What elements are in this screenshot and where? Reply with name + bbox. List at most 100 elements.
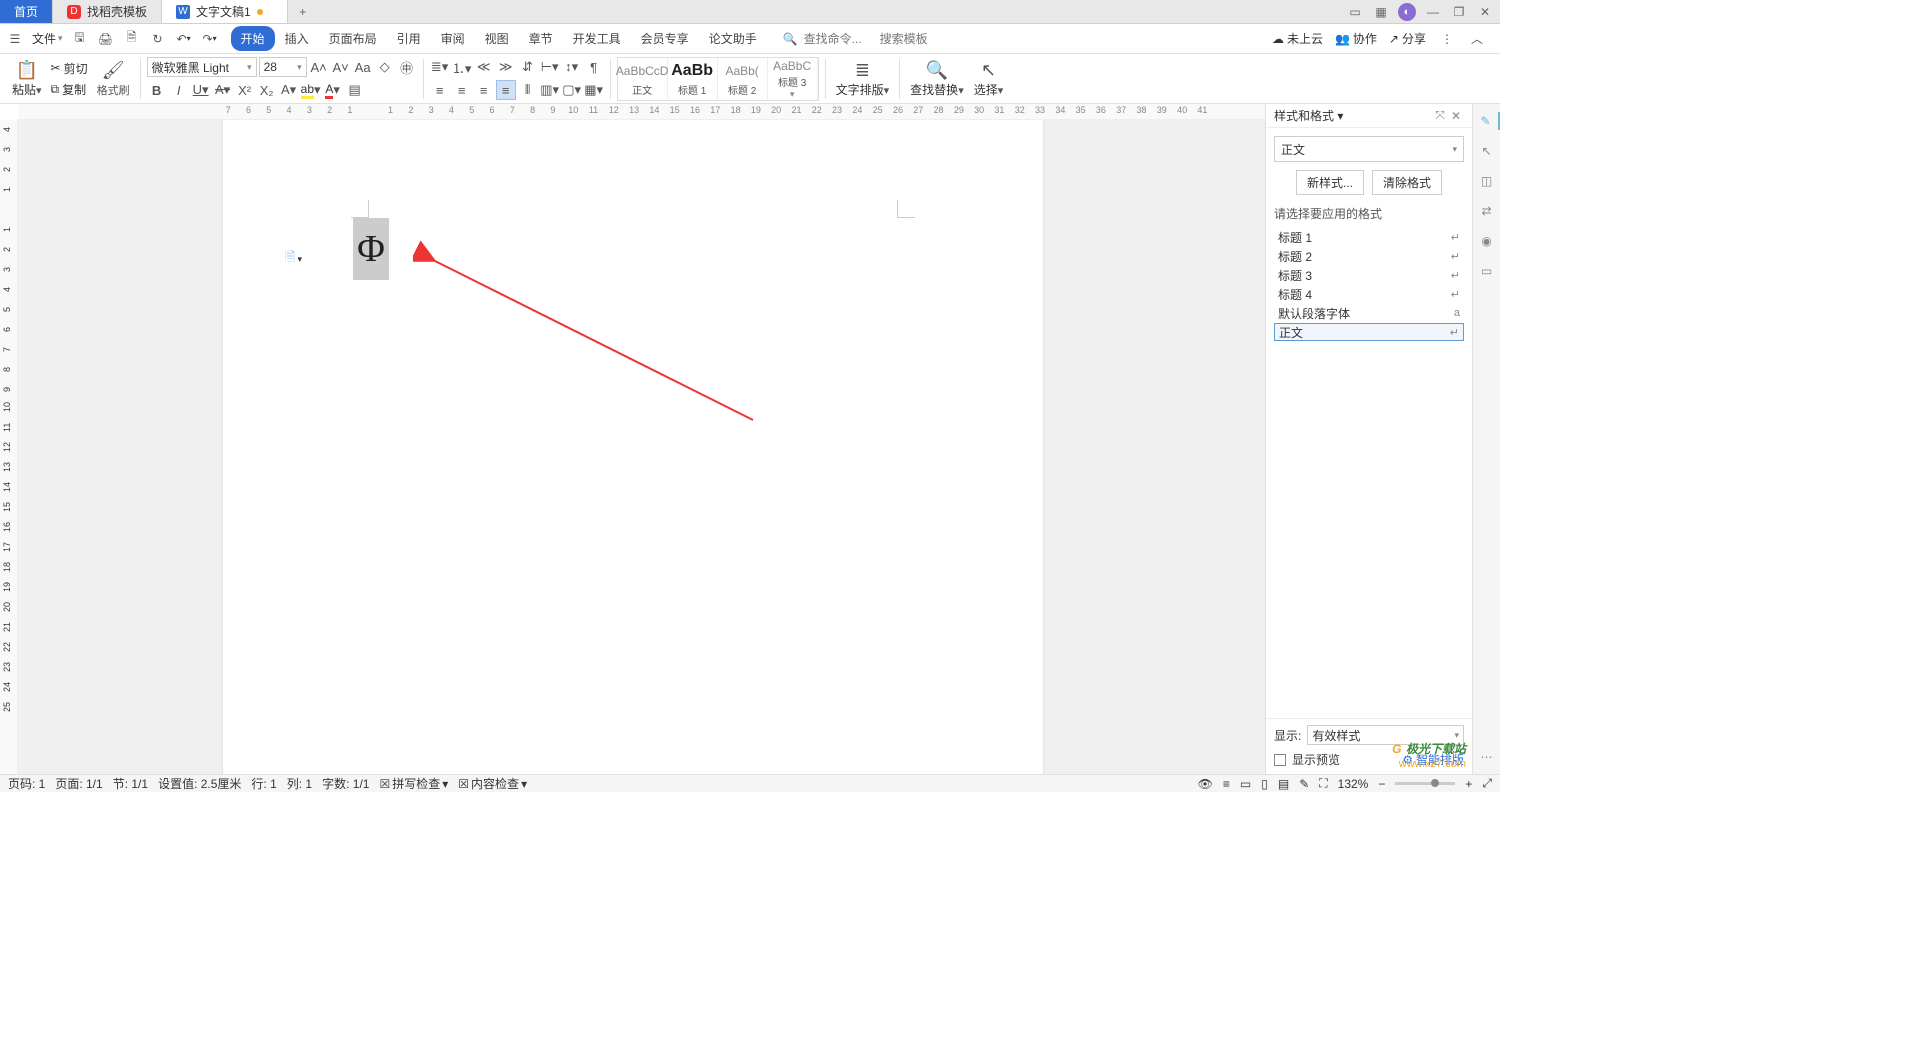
share-button[interactable]: ↗分享 (1389, 30, 1426, 47)
format-painter-button[interactable]: 🖌 格式刷 (93, 56, 134, 102)
select-button[interactable]: ↖ 选择▾ (970, 56, 1008, 102)
italic-button[interactable]: I (169, 80, 189, 100)
show-filter-select[interactable]: 有效样式▾ (1307, 725, 1464, 745)
font-size-select[interactable]: 28▾ (259, 57, 307, 77)
eye-icon[interactable]: 👁 (1198, 777, 1213, 791)
fullscreen-icon[interactable]: ⤢ (1482, 776, 1492, 791)
new-tab-button[interactable]: + (288, 0, 318, 23)
font-color-button[interactable]: A▾ (323, 80, 343, 100)
style-item-h2[interactable]: 标题 2↵ (1274, 247, 1464, 265)
phonetic-icon[interactable]: ㊥ (397, 57, 417, 77)
sb-section[interactable]: 节: 1/1 (113, 775, 148, 792)
tab-review[interactable]: 审阅 (431, 26, 475, 51)
zoom-in-button[interactable]: + (1465, 777, 1472, 791)
user-avatar-icon[interactable]: ◐ (1398, 3, 1416, 21)
tab-document[interactable]: W 文字文稿1 (162, 0, 288, 23)
sb-row[interactable]: 行: 1 (251, 775, 276, 792)
find-replace-button[interactable]: 🔍 查找替换▾ (906, 56, 968, 102)
view-outline-icon[interactable]: ≡ (1223, 777, 1230, 791)
superscript-button[interactable]: X² (235, 80, 255, 100)
paragraph-handle-icon[interactable]: 🗎▾ (285, 248, 302, 270)
tab-developer[interactable]: 开发工具 (563, 26, 631, 51)
view-read-icon[interactable]: ▯ (1261, 777, 1268, 791)
increase-indent-button[interactable]: ≫ (496, 57, 516, 77)
distribute-button[interactable]: ⫴ (518, 80, 538, 100)
text-layout-button[interactable]: ≣ 文字排版▾ (832, 56, 894, 102)
file-menu[interactable]: 文件▾ (32, 30, 63, 47)
more-rail-icon[interactable]: ⋯ (1478, 748, 1496, 766)
sort-button[interactable]: ⇵ (518, 57, 538, 77)
underline-button[interactable]: U▾ (191, 80, 211, 100)
close-panel-icon[interactable]: ✕ (1448, 109, 1464, 123)
align-justify-button[interactable]: ≡ (496, 80, 516, 100)
clear-format-button[interactable]: 清除格式 (1372, 170, 1442, 195)
tab-page-layout[interactable]: 页面布局 (319, 26, 387, 51)
sb-page[interactable]: 页面: 1/1 (55, 775, 102, 792)
selected-text[interactable]: Φ (353, 218, 389, 280)
collaborate-button[interactable]: 👥协作 (1335, 30, 1377, 47)
tab-home[interactable]: 首页 (0, 0, 53, 23)
paste-button[interactable]: 📋 粘贴▾ (8, 56, 46, 102)
preview-checkbox[interactable] (1274, 754, 1286, 766)
select-rail-icon[interactable]: ↖ (1478, 142, 1496, 160)
bold-button[interactable]: B (147, 80, 167, 100)
pen-icon[interactable]: ✎ (1299, 777, 1309, 791)
style-heading3[interactable]: AaBbC标题 3▾ (768, 58, 818, 100)
print-preview-icon[interactable]: 🗎 (123, 30, 141, 48)
copy-button[interactable]: ⧉复制 (48, 80, 91, 99)
numbering-button[interactable]: ⒈▾ (452, 57, 472, 77)
read-rail-icon[interactable]: ▭ (1478, 262, 1496, 280)
align-center-button[interactable]: ≡ (452, 80, 472, 100)
command-search[interactable]: 🔍 (783, 32, 950, 46)
minimize-button[interactable]: — (1424, 3, 1442, 21)
zoom-value[interactable]: 132% (1338, 777, 1369, 791)
tab-stops-button[interactable]: ⊢▾ (540, 57, 560, 77)
sb-position[interactable]: 设置值: 2.5厘米 (158, 775, 241, 792)
style-item-default-font[interactable]: 默认段落字体a (1274, 304, 1464, 322)
tab-templates[interactable]: D 找稻壳模板 (53, 0, 162, 23)
location-rail-icon[interactable]: ◉ (1478, 232, 1496, 250)
clear-format-icon[interactable]: ◇ (375, 57, 395, 77)
page[interactable]: 🗎▾ Φ (223, 120, 1043, 774)
new-style-button[interactable]: 新样式... (1296, 170, 1364, 195)
fit-icon[interactable]: ⛶ (1319, 776, 1327, 791)
collapse-ribbon-icon[interactable]: ︿ (1468, 30, 1486, 48)
char-shading-button[interactable]: ▤ (345, 80, 365, 100)
show-marks-button[interactable]: ¶ (584, 57, 604, 77)
layout-grid-icon[interactable]: ▭ (1346, 3, 1364, 21)
shading-button[interactable]: ▢▾ (562, 80, 582, 100)
tab-chapter[interactable]: 章节 (519, 26, 563, 51)
subscript-button[interactable]: X₂ (257, 80, 277, 100)
style-normal[interactable]: AaBbCcD正文 (618, 58, 668, 100)
save-icon[interactable]: 🖫 (71, 30, 89, 48)
sb-col[interactable]: 列: 1 (287, 775, 312, 792)
ruler-horizontal[interactable]: 7654321123456789101112131415161718192021… (18, 104, 1265, 120)
tab-thesis[interactable]: 论文助手 (699, 26, 767, 51)
font-family-select[interactable]: 微软雅黑 Light▾ (147, 57, 257, 77)
sb-content-check[interactable]: ☒ 内容检查 ▾ (458, 775, 527, 792)
strikethrough-button[interactable]: A▾ (213, 80, 233, 100)
view-web-icon[interactable]: ▤ (1278, 777, 1289, 791)
more-icon[interactable]: ⋮ (1438, 30, 1456, 48)
style-item-h1[interactable]: 标题 1↵ (1274, 228, 1464, 246)
smart-layout-link[interactable]: ⚙智能排版 (1402, 751, 1464, 768)
zoom-out-button[interactable]: − (1378, 777, 1385, 791)
style-item-normal[interactable]: 正文↵ (1274, 323, 1464, 341)
tab-references[interactable]: 引用 (387, 26, 431, 51)
current-style-select[interactable]: 正文▾ (1274, 136, 1464, 162)
convert-rail-icon[interactable]: ⇄ (1478, 202, 1496, 220)
export-icon[interactable]: ↻ (149, 30, 167, 48)
style-heading2[interactable]: AaBb(标题 2 (718, 58, 768, 100)
ruler-vertical[interactable]: 4321123456789101112131415161718192021222… (0, 120, 18, 774)
zoom-slider[interactable] (1395, 782, 1455, 785)
sb-spellcheck[interactable]: ☒ 拼写检查 ▾ (379, 775, 448, 792)
print-icon[interactable]: 🖨 (97, 30, 115, 48)
tab-insert[interactable]: 插入 (275, 26, 319, 51)
cloud-status[interactable]: ☁未上云 (1272, 30, 1323, 47)
style-item-h4[interactable]: 标题 4↵ (1274, 285, 1464, 303)
decrease-indent-button[interactable]: ≪ (474, 57, 494, 77)
align-left-button[interactable]: ≡ (430, 80, 450, 100)
hamburger-icon[interactable]: ☰ (6, 30, 24, 48)
text-effect-button[interactable]: A▾ (279, 80, 299, 100)
columns-button[interactable]: ▥▾ (540, 80, 560, 100)
